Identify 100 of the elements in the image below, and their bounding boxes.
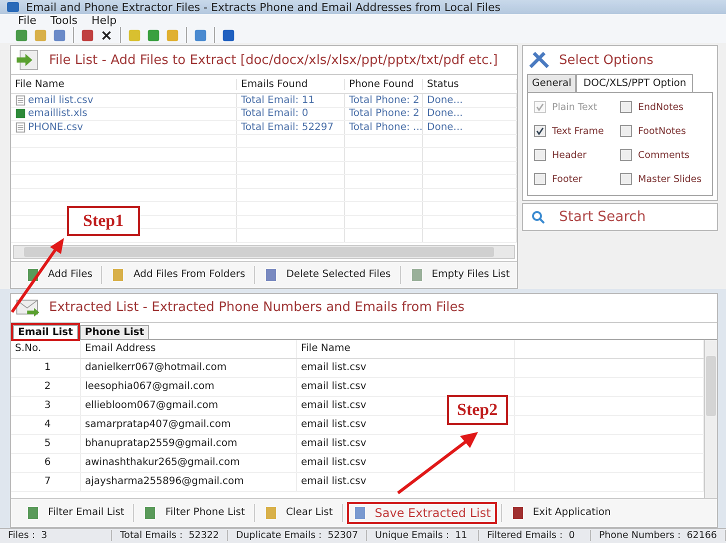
checkbox[interactable] [534, 125, 546, 138]
status-field: Filtered Emails : 0 [478, 530, 591, 542]
checkbox[interactable] [620, 101, 632, 114]
file-name: PHONE.csv [28, 122, 84, 133]
arrow-document-icon [15, 49, 41, 72]
table-cell: Total Email: 0 [237, 108, 345, 120]
table-cell: Total Email: 11 [237, 94, 345, 107]
table-cell: bhanupratap2559@gmail.com [81, 434, 297, 453]
status-field: Files : 3 [0, 530, 112, 542]
checkbox-label: Plain Text [552, 102, 598, 113]
horizontal-scrollbar[interactable] [13, 244, 515, 259]
toolbar-button[interactable]: Exit Application [506, 502, 616, 523]
toolbar-button[interactable]: Filter Email List [21, 502, 130, 523]
checkbox-label: Comments [638, 150, 690, 161]
column-header[interactable]: Emails Found [237, 78, 345, 90]
status-field: Duplicate Emails : 52307 [228, 530, 368, 542]
status-field: Phone Numbers : 62166 [590, 530, 726, 542]
table-cell: elliebloom067@gmail.com [81, 396, 297, 415]
checkbox-label: EndNotes [638, 102, 684, 113]
document-icon [143, 506, 158, 520]
step-label: Step2 [447, 395, 508, 425]
document-icon [352, 506, 367, 520]
tab[interactable]: DOC/XLS/PPT Option [576, 74, 694, 92]
document-icon [264, 506, 278, 520]
menu-item[interactable]: File [18, 14, 36, 28]
table-cell: email list.csv [297, 358, 515, 377]
table-cell: Total Phone: 2 [345, 94, 423, 107]
checkbox-label: FootNotes [638, 126, 686, 137]
section-title: Extracted List - Extracted Phone Numbers and Emails from Files [49, 300, 465, 316]
start-search-button[interactable]: Start Search [522, 203, 718, 232]
toolbar-button[interactable]: Clear List [258, 502, 338, 523]
document-icon [15, 122, 26, 133]
status-field: Total Emails : 52322 [112, 530, 228, 542]
search-icon [531, 210, 545, 224]
column-header[interactable]: File Name [297, 340, 515, 358]
document-icon [111, 268, 126, 282]
vertical-scrollbar[interactable] [704, 340, 717, 498]
panel-title: Select Options [559, 52, 654, 68]
table-cell: 3 [11, 396, 81, 415]
table-cell: samarpratap407@gmail.com [81, 416, 297, 434]
document-icon [410, 268, 424, 282]
table-cell: Total Email: 52297 [237, 121, 345, 134]
table-cell: ajaysharma255896@gmail.com [81, 472, 297, 491]
toolbar-icon[interactable] [52, 28, 67, 43]
toolbar-icon[interactable] [193, 28, 208, 43]
status-field: Unique Emails : 11 [367, 530, 479, 542]
window-title: Email and Phone Extractor Files - Extracts Phone and Email Addresses from Local Files [26, 0, 500, 14]
tab[interactable]: Email List [13, 324, 78, 339]
toolbar-button[interactable]: Add Files [21, 264, 98, 285]
toolbar-button[interactable]: Add Files From Folders [106, 264, 250, 285]
table-cell: email list.csv [297, 472, 515, 491]
table-cell: 7 [11, 472, 81, 491]
table-cell: Done... [423, 121, 517, 134]
menu-item[interactable]: Tools [50, 14, 78, 28]
toolbar-icon[interactable] [80, 28, 95, 43]
checkbox[interactable] [534, 149, 546, 162]
checkbox-label: Footer [552, 174, 582, 185]
table-cell: Done... [423, 94, 517, 107]
toolbar-icon[interactable] [146, 28, 161, 43]
checkbox[interactable] [534, 173, 546, 186]
document-icon [15, 94, 26, 106]
toolbar-button[interactable]: Empty Files List [404, 264, 515, 285]
document-icon [26, 506, 40, 520]
table-cell: Total Phone: 2 [345, 108, 423, 120]
toolbar-icon[interactable] [221, 28, 236, 43]
table-cell: Done... [423, 108, 517, 120]
file-name: emaillist.xls [28, 108, 88, 120]
step-label: Step1 [67, 206, 140, 236]
checkbox[interactable] [620, 173, 632, 186]
column-header[interactable]: Phone Found [345, 78, 423, 90]
column-header[interactable]: File Name [11, 78, 237, 90]
column-header[interactable]: Email Address [81, 340, 297, 358]
table-cell: 2 [11, 378, 81, 396]
table-cell: 4 [11, 416, 81, 434]
menu-item[interactable]: Help [92, 14, 117, 28]
toolbar-button[interactable]: Save Extracted List [346, 502, 497, 524]
checkbox-label: Text Frame [552, 126, 604, 137]
app-icon [6, 0, 20, 14]
document-icon [264, 268, 278, 282]
checkbox[interactable] [620, 149, 632, 162]
table-cell: 6 [11, 454, 81, 472]
tab[interactable]: General [527, 74, 576, 92]
document-icon [510, 506, 525, 520]
checkbox-label: Master Slides [638, 174, 702, 185]
toolbar-icon[interactable] [14, 28, 29, 43]
spreadsheet-icon [15, 108, 26, 120]
toolbar-button[interactable]: Delete Selected Files [259, 264, 396, 285]
checkbox[interactable] [620, 125, 632, 138]
table-cell: Total Phone: ... [345, 121, 423, 134]
table-cell: danielkerr067@hotmail.com [81, 358, 297, 377]
table-cell: awinashthakur265@gmail.com [81, 454, 297, 472]
section-title: File List - Add Files to Extract [doc/docx/xls/xlsx/ppt/pptx/txt/pdf etc.] [49, 52, 498, 68]
toolbar-button[interactable]: Filter Phone List [138, 502, 250, 523]
column-header[interactable]: Status [423, 78, 517, 90]
checkbox-label: Header [552, 150, 587, 161]
tab[interactable]: Phone List [80, 324, 150, 339]
table-cell: 1 [11, 358, 81, 377]
table-cell: leesophia067@gmail.com [81, 378, 297, 396]
table-cell: email list.csv [297, 454, 515, 472]
column-header[interactable]: S.No. [11, 340, 81, 358]
